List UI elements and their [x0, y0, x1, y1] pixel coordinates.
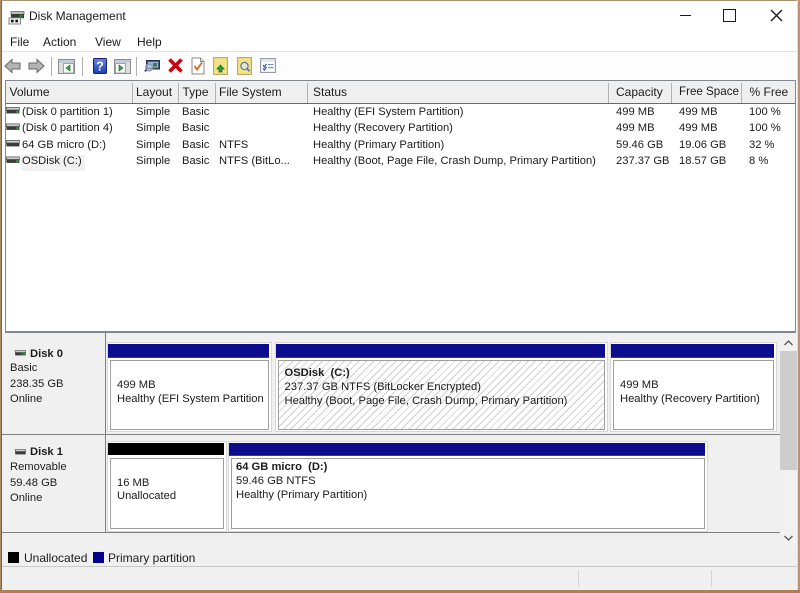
svg-text:?: ? — [96, 60, 104, 74]
